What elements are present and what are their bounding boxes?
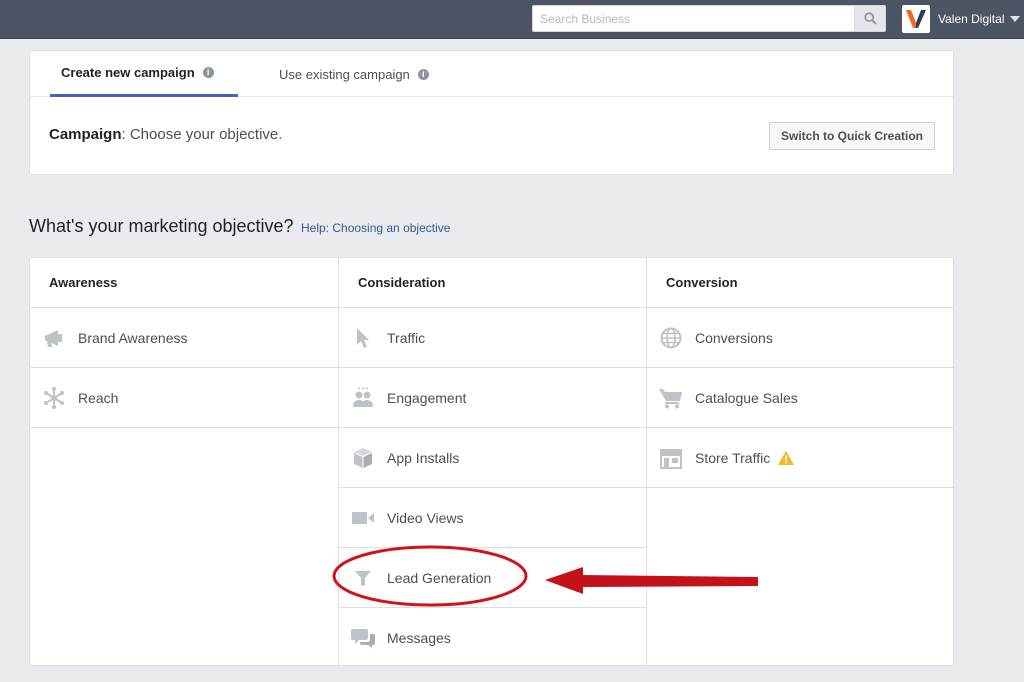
campaign-objective-prompt: Campaign: Choose your objective. xyxy=(49,126,282,143)
tab-label: Create new campaign xyxy=(61,65,195,80)
objective-label: Video Views xyxy=(387,509,464,526)
objective-label: Lead Generation xyxy=(387,569,492,586)
funnel-icon xyxy=(355,570,371,586)
objective-reach[interactable]: Reach xyxy=(30,368,338,428)
valen-digital-logo xyxy=(902,5,930,33)
objective-grid: Awareness Brand Awareness Reach Consider… xyxy=(29,257,954,666)
objective-engagement[interactable]: Engagement xyxy=(339,368,646,428)
warning-icon xyxy=(778,450,795,465)
account-name: Valen Digital xyxy=(938,12,1005,26)
help-choosing-objective-link[interactable]: Help: Choosing an objective xyxy=(301,221,450,235)
objective-label: Engagement xyxy=(387,389,467,406)
conversion-column: Conversion Conversions Catalogue Sales S… xyxy=(646,258,953,665)
store-icon xyxy=(660,448,682,469)
switch-to-quick-creation-button[interactable]: Switch to Quick Creation xyxy=(769,122,935,150)
box-icon xyxy=(354,447,372,468)
search-button[interactable] xyxy=(854,5,886,32)
chat-bubbles-icon xyxy=(351,629,375,648)
campaign-prompt-text: : Choose your objective. xyxy=(121,126,283,143)
objective-video-views[interactable]: Video Views xyxy=(339,488,646,548)
search-business-input[interactable] xyxy=(532,5,854,32)
objective-messages[interactable]: Messages xyxy=(339,608,646,665)
caret-down-icon xyxy=(1010,16,1021,22)
objective-store-traffic[interactable]: Store Traffic xyxy=(647,428,953,488)
megaphone-icon xyxy=(45,329,62,347)
globe-icon xyxy=(660,327,682,348)
tab-use-existing-campaign[interactable]: Use existing campaign i xyxy=(279,51,429,97)
tab-label: Use existing campaign xyxy=(279,66,410,82)
info-icon[interactable]: i xyxy=(417,68,429,80)
awareness-column: Awareness Brand Awareness Reach xyxy=(30,258,338,665)
campaign-card: Create new campaign i Use existing campa… xyxy=(29,50,954,175)
objective-lead-generation[interactable]: Lead Generation xyxy=(339,548,646,608)
objective-label: Brand Awareness xyxy=(78,329,188,346)
objective-heading: What's your marketing objective? xyxy=(29,216,294,236)
search-box xyxy=(532,5,886,32)
video-camera-icon xyxy=(352,511,374,524)
search-icon xyxy=(863,12,877,25)
campaign-tabs: Create new campaign i Use existing campa… xyxy=(30,51,953,97)
campaign-label: Campaign xyxy=(49,126,122,143)
column-header-conversion: Conversion xyxy=(647,258,953,308)
cursor-icon xyxy=(357,327,369,348)
consideration-column: Consideration Traffic Engagement App Ins… xyxy=(338,258,646,665)
account-menu[interactable]: Valen Digital xyxy=(902,4,1021,34)
objective-traffic[interactable]: Traffic xyxy=(339,308,646,368)
objective-label: Catalogue Sales xyxy=(695,389,798,406)
objective-label: App Installs xyxy=(387,449,460,466)
objective-catalogue-sales[interactable]: Catalogue Sales xyxy=(647,368,953,428)
objective-app-installs[interactable]: App Installs xyxy=(339,428,646,488)
objective-label: Conversions xyxy=(695,329,773,346)
people-icon xyxy=(353,387,373,407)
column-header-awareness: Awareness xyxy=(30,258,338,308)
objective-label: Store Traffic xyxy=(695,449,771,466)
info-icon[interactable]: i xyxy=(202,67,214,78)
reach-icon xyxy=(44,386,64,409)
shopping-cart-icon xyxy=(659,388,682,408)
top-navigation-bar: Valen Digital xyxy=(0,0,1024,39)
objective-brand-awareness[interactable]: Brand Awareness xyxy=(30,308,338,368)
objective-label: Traffic xyxy=(387,329,426,346)
objective-conversions[interactable]: Conversions xyxy=(647,308,953,368)
tab-create-new-campaign[interactable]: Create new campaign i xyxy=(50,51,238,97)
column-header-consideration: Consideration xyxy=(339,258,646,308)
objective-label: Reach xyxy=(78,389,119,406)
objective-label: Messages xyxy=(387,630,451,646)
